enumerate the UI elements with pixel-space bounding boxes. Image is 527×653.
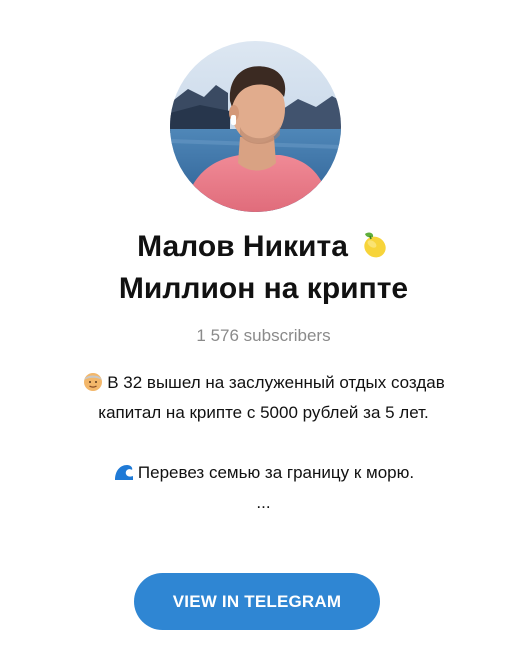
description-line3-text: Перевез семью за границу к морю. bbox=[137, 463, 415, 482]
description-spacer bbox=[0, 428, 527, 458]
lemon-icon bbox=[358, 228, 390, 260]
channel-title: Малов Никита Миллион на крипте bbox=[0, 226, 527, 310]
channel-title-line1: Малов Никита bbox=[0, 226, 527, 268]
description-ellipsis: ... bbox=[256, 493, 271, 512]
description-line3: Перевез семью за границу к морю. bbox=[0, 458, 527, 488]
wave-icon bbox=[113, 461, 135, 483]
channel-title-line2: Миллион на крипте bbox=[118, 272, 409, 305]
description-line2: капитал на крипте с 5000 рублей за 5 лет… bbox=[98, 403, 429, 422]
description-line1-text: В 32 вышел на заслуженный отдых создав bbox=[107, 373, 445, 392]
description-line1: В 32 вышел на заслуженный отдых создав bbox=[0, 368, 527, 398]
channel-preview-card: Малов Никита Миллион на крипте 1 576 sub… bbox=[0, 0, 527, 653]
channel-name: Малов Никита bbox=[137, 230, 348, 263]
channel-avatar bbox=[170, 41, 341, 212]
older-man-icon bbox=[82, 371, 104, 393]
channel-description: В 32 вышел на заслуженный отдых создав к… bbox=[0, 368, 527, 518]
subscriber-count: 1 576 subscribers bbox=[196, 326, 331, 345]
view-in-telegram-button[interactable]: VIEW IN TELEGRAM bbox=[134, 573, 380, 630]
